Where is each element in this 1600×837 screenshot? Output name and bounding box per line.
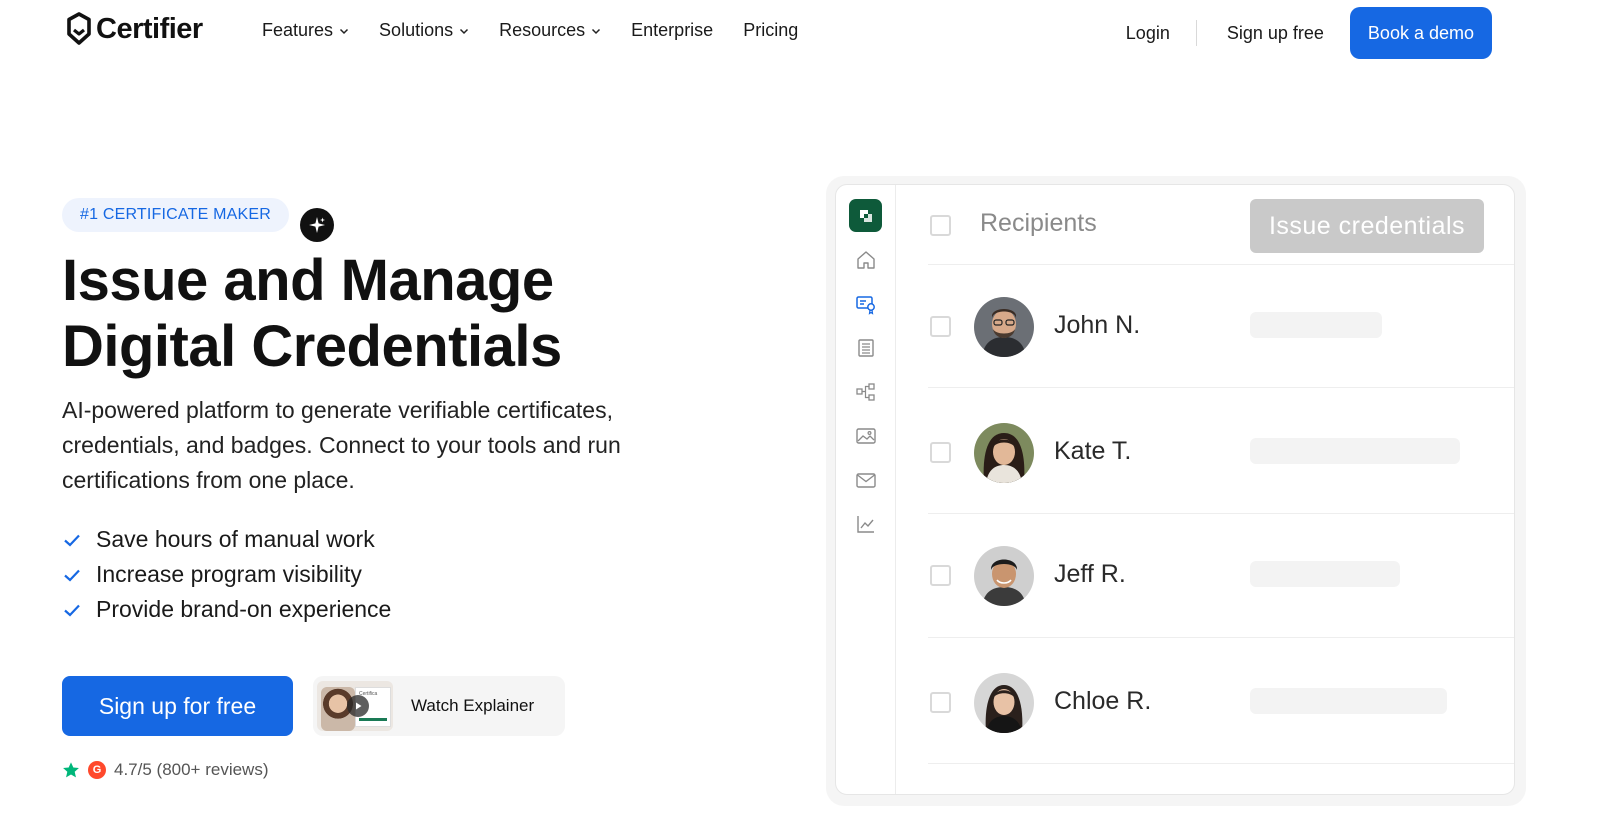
chevron-down-icon bbox=[340, 28, 349, 34]
thumb-card-bar bbox=[359, 718, 387, 721]
star-icon bbox=[63, 762, 79, 778]
menu-enterprise[interactable]: Enterprise bbox=[631, 20, 713, 41]
menu-label: Resources bbox=[499, 20, 586, 40]
brand-logo[interactable]: Certifier bbox=[66, 12, 203, 46]
image-icon[interactable] bbox=[855, 425, 877, 447]
avatar bbox=[974, 297, 1034, 357]
check-icon bbox=[64, 569, 80, 582]
row-divider bbox=[928, 513, 1514, 514]
select-all-checkbox[interactable] bbox=[930, 215, 951, 236]
login-link[interactable]: Login bbox=[1126, 23, 1170, 44]
benefit-item: Increase program visibility bbox=[62, 557, 391, 592]
sparkle-chat-icon bbox=[300, 208, 334, 242]
headline-line-2: Digital Credentials bbox=[62, 314, 562, 379]
menu-pricing[interactable]: Pricing bbox=[743, 20, 798, 41]
rating-row: G 4.7/5 (800+ reviews) bbox=[62, 760, 269, 780]
menu-solutions[interactable]: Solutions bbox=[379, 20, 469, 41]
chevron-down-icon bbox=[460, 28, 469, 34]
avatar bbox=[974, 423, 1034, 483]
mail-icon[interactable] bbox=[855, 469, 877, 491]
rating-text: 4.7/5 (800+ reviews) bbox=[114, 760, 269, 779]
explainer-thumbnail: Certifica bbox=[317, 681, 393, 731]
check-icon bbox=[64, 604, 80, 617]
explainer-label: Watch Explainer bbox=[411, 696, 535, 715]
g2-logo-icon: G bbox=[88, 761, 106, 779]
menu-resources[interactable]: Resources bbox=[499, 20, 601, 41]
brand-name: Certifier bbox=[96, 12, 203, 45]
avatar bbox=[974, 673, 1034, 733]
benefit-item: Save hours of manual work bbox=[62, 522, 391, 557]
skeleton-placeholder bbox=[1250, 688, 1447, 714]
benefit-text: Save hours of manual work bbox=[96, 526, 375, 552]
check-icon bbox=[64, 534, 80, 547]
issue-credentials-button[interactable]: Issue credentials bbox=[1250, 199, 1484, 253]
top-nav: Certifier Features Solutions Resources E… bbox=[0, 0, 1600, 64]
hero-badge: #1 CERTIFICATE MAKER bbox=[62, 198, 289, 232]
mockup-sidebar bbox=[836, 185, 896, 794]
signup-link[interactable]: Sign up free bbox=[1227, 23, 1324, 44]
row-divider bbox=[928, 637, 1514, 638]
menu-label: Pricing bbox=[743, 20, 799, 40]
menu-label: Features bbox=[262, 20, 334, 40]
main-menu: Features Solutions Resources Enterprise … bbox=[262, 20, 798, 41]
signup-cta-button[interactable]: Sign up for free bbox=[62, 676, 293, 736]
recipient-name: Kate T. bbox=[1054, 437, 1132, 465]
book-demo-button[interactable]: Book a demo bbox=[1349, 7, 1492, 59]
headline-line-1: Issue and Manage bbox=[62, 248, 554, 313]
skeleton-placeholder bbox=[1250, 438, 1460, 464]
row-checkbox[interactable] bbox=[930, 565, 951, 586]
menu-label: Solutions bbox=[379, 20, 454, 40]
skeleton-placeholder bbox=[1250, 312, 1382, 338]
recipient-name: John N. bbox=[1054, 311, 1141, 339]
recipients-panel: Recipients Issue credentials John N. Kat… bbox=[896, 185, 1514, 794]
row-checkbox[interactable] bbox=[930, 316, 951, 337]
row-divider bbox=[928, 264, 1514, 265]
nav-divider bbox=[1195, 20, 1197, 46]
chevron-down-icon bbox=[592, 28, 601, 34]
app-logo-icon bbox=[849, 199, 882, 232]
app-mockup: Recipients Issue credentials John N. Kat… bbox=[835, 184, 1515, 795]
menu-features[interactable]: Features bbox=[262, 20, 349, 41]
recipients-header: Recipients bbox=[980, 209, 1097, 237]
watch-explainer-button[interactable]: Certifica Watch Explainer bbox=[313, 676, 565, 736]
analytics-icon[interactable] bbox=[855, 513, 877, 535]
skeleton-placeholder bbox=[1250, 561, 1400, 587]
benefit-item: Provide brand-on experience bbox=[62, 592, 391, 627]
play-icon bbox=[347, 695, 369, 717]
account-nav: Login Sign up free Book a demo bbox=[1126, 7, 1492, 59]
certifier-logo-icon bbox=[67, 12, 91, 45]
hero-headline: Issue and Manage Digital Credentials bbox=[62, 248, 562, 380]
menu-label: Enterprise bbox=[631, 20, 714, 40]
benefit-text: Provide brand-on experience bbox=[96, 596, 392, 622]
hero-subtext: AI-powered platform to generate verifiab… bbox=[62, 397, 621, 493]
row-divider bbox=[928, 387, 1514, 388]
recipient-name: Jeff R. bbox=[1054, 560, 1126, 588]
list-icon[interactable] bbox=[855, 337, 877, 359]
benefit-text: Increase program visibility bbox=[96, 561, 362, 587]
row-checkbox[interactable] bbox=[930, 442, 951, 463]
row-divider bbox=[928, 763, 1514, 764]
credential-icon[interactable] bbox=[855, 293, 877, 315]
home-icon[interactable] bbox=[855, 249, 877, 271]
row-checkbox[interactable] bbox=[930, 692, 951, 713]
benefit-list: Save hours of manual work Increase progr… bbox=[62, 522, 391, 627]
avatar bbox=[974, 546, 1034, 606]
workflow-icon[interactable] bbox=[855, 381, 877, 403]
recipient-name: Chloe R. bbox=[1054, 687, 1152, 715]
